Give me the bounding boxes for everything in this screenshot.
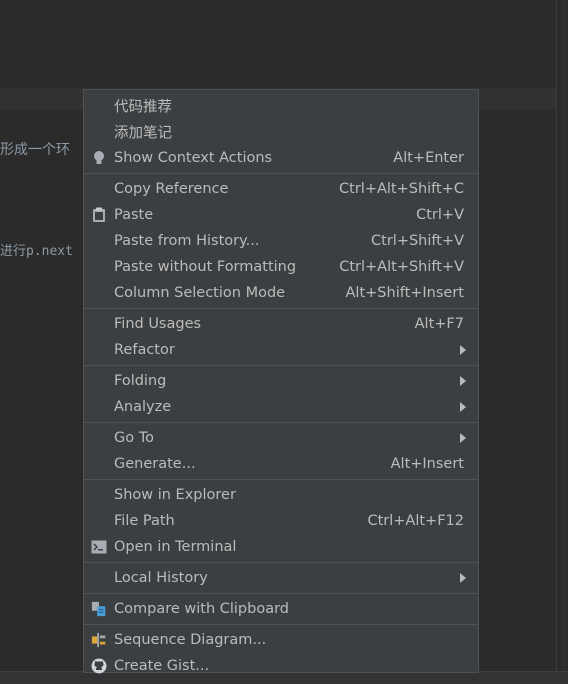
code-line-1: 形成一个环 — [0, 142, 70, 158]
editor-context-menu: 代码推荐添加笔记 Show Context Actions Alt+Enter Cop… — [83, 89, 479, 674]
menu-item-shortcut: Ctrl+V — [416, 207, 464, 223]
menu-item-local-history[interactable]: Local History — [84, 565, 478, 591]
menu-item-go-to[interactable]: Go To — [84, 425, 478, 451]
menu-item-label: Analyze — [114, 399, 172, 415]
submenu-arrow-icon — [460, 345, 466, 355]
submenu-arrow-icon — [460, 402, 466, 412]
menu-item-refactor[interactable]: Refactor — [84, 337, 478, 363]
menu-item-label: Copy Reference — [114, 181, 229, 197]
submenu-arrow-icon — [460, 573, 466, 583]
terminal-icon — [91, 539, 107, 555]
menu-item-label: Show in Explorer — [114, 487, 236, 503]
menu-item-g0-1[interactable]: 添加笔记 — [84, 119, 478, 145]
menu-item-open-in-terminal[interactable]: Open in Terminal — [84, 534, 478, 560]
menu-item-paste-without-formatting[interactable]: Paste without Formatting Ctrl+Alt+Shift+V — [84, 254, 478, 280]
menu-item-paste-from-history[interactable]: Paste from History... Ctrl+Shift+V — [84, 228, 478, 254]
menu-item-show-in-explorer[interactable]: Show in Explorer — [84, 482, 478, 508]
menu-item-shortcut: Ctrl+Alt+Shift+C — [339, 181, 464, 197]
menu-item-analyze[interactable]: Analyze — [84, 394, 478, 420]
menu-item-label: Paste without Formatting — [114, 259, 297, 275]
menu-separator — [84, 479, 478, 480]
menu-item-label: Refactor — [114, 342, 175, 358]
menu-item-label: 添加笔记 — [114, 125, 172, 142]
menu-item-paste[interactable]: Paste Ctrl+V — [84, 202, 478, 228]
menu-item-label: Paste from History... — [114, 233, 260, 249]
menu-item-label: Local History — [114, 570, 208, 586]
clipboard-icon — [91, 207, 107, 223]
menu-item-label: Folding — [114, 373, 167, 389]
menu-item-label: Sequence Diagram... — [114, 632, 267, 648]
menu-item-label: Find Usages — [114, 316, 202, 332]
menu-item-folding[interactable]: Folding — [84, 368, 478, 394]
menu-item-copy-reference[interactable]: Copy Reference Ctrl+Alt+Shift+C — [84, 176, 478, 202]
menu-separator — [84, 562, 478, 563]
menu-item-label: Open in Terminal — [114, 539, 237, 555]
menu-item-shortcut: Alt+Shift+Insert — [345, 285, 464, 301]
menu-item-show-context-actions[interactable]: Show Context Actions Alt+Enter — [84, 145, 478, 171]
menu-separator — [84, 308, 478, 309]
menu-separator — [84, 593, 478, 594]
menu-item-g0-0[interactable]: 代码推荐 — [84, 93, 478, 119]
submenu-arrow-icon — [460, 376, 466, 386]
menu-item-generate[interactable]: Generate... Alt+Insert — [84, 451, 478, 477]
menu-item-label: Show Context Actions — [114, 150, 273, 166]
menu-item-file-path[interactable]: File Path Ctrl+Alt+F12 — [84, 508, 478, 534]
menu-item-find-usages[interactable]: Find Usages Alt+F7 — [84, 311, 478, 337]
menu-item-shortcut: Alt+Insert — [390, 456, 464, 472]
menu-item-label: Paste — [114, 207, 154, 223]
github-icon — [91, 658, 107, 674]
lightbulb-icon — [91, 150, 107, 166]
right-margin-guide — [556, 0, 557, 683]
menu-separator — [84, 365, 478, 366]
sequence-diagram-icon — [91, 632, 107, 648]
code-line-2: 进行p.next — [0, 244, 73, 259]
compare-icon — [91, 601, 107, 617]
menu-item-label: Compare with Clipboard — [114, 601, 290, 617]
menu-separator — [84, 422, 478, 423]
menu-item-label: Generate... — [114, 456, 196, 472]
menu-item-label: 代码推荐 — [114, 99, 172, 116]
menu-item-label: Go To — [114, 430, 154, 446]
submenu-arrow-icon — [460, 433, 466, 443]
menu-separator — [84, 173, 478, 174]
menu-separator — [84, 624, 478, 625]
menu-item-sequence-diagram[interactable]: Sequence Diagram... — [84, 627, 478, 653]
menu-item-compare-with-clipboard[interactable]: Compare with Clipboard — [84, 596, 478, 622]
menu-item-shortcut: Ctrl+Alt+Shift+V — [339, 259, 464, 275]
menu-item-shortcut: Ctrl+Alt+F12 — [367, 513, 464, 529]
menu-item-label: Create Gist... — [114, 658, 210, 674]
menu-item-shortcut: Ctrl+Shift+V — [371, 233, 464, 249]
scrollbar-track[interactable] — [563, 0, 564, 683]
menu-item-create-gist[interactable]: Create Gist... — [84, 653, 478, 679]
menu-item-shortcut: Alt+Enter — [393, 150, 464, 166]
menu-item-label: Column Selection Mode — [114, 285, 286, 301]
menu-item-label: File Path — [114, 513, 175, 529]
menu-item-column-selection-mode[interactable]: Column Selection Mode Alt+Shift+Insert — [84, 280, 478, 306]
menu-item-shortcut: Alt+F7 — [414, 316, 464, 332]
